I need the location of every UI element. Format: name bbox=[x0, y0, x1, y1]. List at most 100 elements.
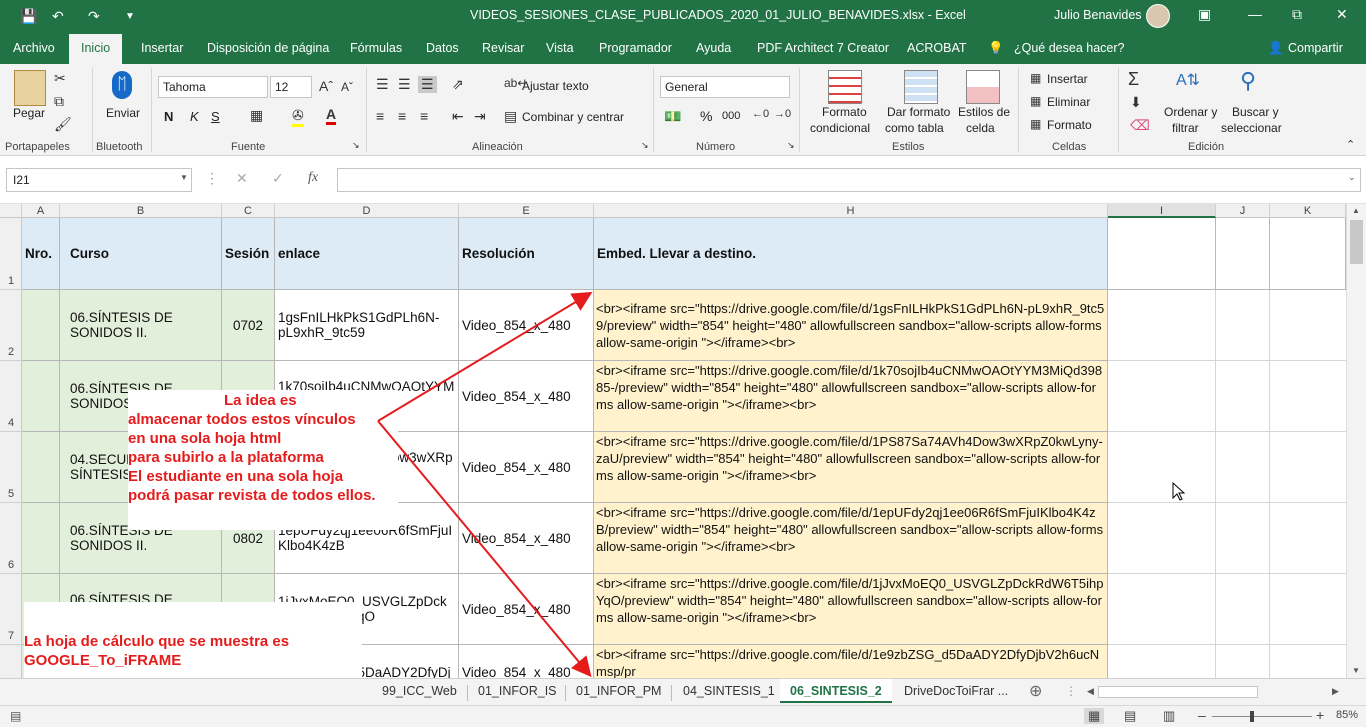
align-middle-icon[interactable]: ☰ bbox=[398, 76, 411, 93]
sheet-tab[interactable]: 01_INFOR_IS bbox=[478, 684, 557, 698]
enter-icon[interactable]: ✓ bbox=[272, 170, 284, 187]
tab-ayuda[interactable]: Ayuda bbox=[696, 41, 731, 55]
align-center-icon[interactable]: ≡ bbox=[398, 108, 406, 124]
tab-formulas[interactable]: Fórmulas bbox=[350, 41, 402, 55]
sheet-tab[interactable]: 01_INFOR_PM bbox=[576, 684, 661, 698]
sort-filter-label-2[interactable]: filtrar bbox=[1172, 121, 1199, 135]
format-cells-icon[interactable]: ▦ bbox=[1030, 117, 1041, 131]
delete-cells-icon[interactable]: ▦ bbox=[1030, 94, 1041, 108]
increase-indent-icon[interactable]: ⇥ bbox=[474, 108, 486, 125]
normal-view-icon[interactable]: ▦ bbox=[1084, 708, 1105, 724]
name-box-dropdown-icon[interactable]: ▼ bbox=[180, 173, 188, 182]
font-size-select[interactable]: 12 bbox=[270, 76, 312, 98]
align-bottom-icon[interactable]: ☰ bbox=[418, 76, 437, 93]
collapse-ribbon-icon[interactable]: ⌃ bbox=[1346, 138, 1355, 151]
dialog-launcher-icon[interactable]: ↘ bbox=[641, 140, 649, 151]
horizontal-scroll-thumb[interactable] bbox=[1098, 686, 1258, 698]
cut-icon[interactable]: ✂ bbox=[54, 70, 66, 87]
sheet-tab[interactable]: DriveDocToiFrar ... bbox=[904, 684, 1008, 698]
add-sheet-icon[interactable]: ⊕ bbox=[1029, 681, 1042, 701]
vertical-scrollbar[interactable]: ▲ ▼ bbox=[1346, 204, 1366, 678]
zoom-in-icon[interactable]: + bbox=[1316, 707, 1324, 723]
autosum-icon[interactable]: Σ bbox=[1128, 69, 1139, 90]
font-name-select[interactable]: Tahoma bbox=[158, 76, 268, 98]
undo-icon[interactable]: ↶ bbox=[52, 8, 64, 25]
tab-inicio[interactable]: Inicio bbox=[69, 34, 123, 64]
sheet-tab[interactable]: 04_SINTESIS_1 bbox=[683, 684, 775, 698]
user-name[interactable]: Julio Benavides bbox=[1054, 8, 1142, 22]
share-icon[interactable]: 👤 bbox=[1268, 41, 1284, 56]
restore-icon[interactable]: ⧉ bbox=[1292, 6, 1302, 23]
format-as-table-label-1[interactable]: Dar formato bbox=[887, 105, 950, 119]
worksheet-grid[interactable]: A B C D E H I J K 1 2 4 5 6 7 Nro. Curso… bbox=[0, 204, 1346, 678]
insert-function-button[interactable]: fx bbox=[308, 170, 318, 186]
tab-datos[interactable]: Datos bbox=[426, 41, 459, 55]
underline-button[interactable]: S bbox=[211, 109, 220, 124]
scroll-thumb[interactable] bbox=[1350, 220, 1363, 264]
zoom-out-icon[interactable]: – bbox=[1198, 707, 1206, 723]
zoom-slider-thumb[interactable] bbox=[1250, 711, 1254, 722]
merge-center-button[interactable]: Combinar y centrar bbox=[522, 110, 624, 124]
save-icon[interactable]: 💾 bbox=[20, 8, 37, 25]
delete-cells-button[interactable]: Eliminar bbox=[1047, 95, 1090, 109]
macro-record-icon[interactable]: ▤ bbox=[10, 709, 21, 723]
avatar[interactable] bbox=[1146, 4, 1170, 28]
fill-color-icon[interactable]: ✇ bbox=[292, 107, 304, 127]
align-right-icon[interactable]: ≡ bbox=[420, 108, 428, 124]
name-box[interactable]: I21 bbox=[6, 168, 192, 192]
conditional-formatting-label-2[interactable]: condicional bbox=[810, 121, 870, 135]
bold-button[interactable]: N bbox=[164, 109, 173, 124]
minimize-icon[interactable]: — bbox=[1248, 6, 1262, 22]
bluetooth-send-button[interactable]: Enviar bbox=[106, 106, 140, 120]
comma-style-button[interactable]: 000 bbox=[722, 110, 740, 122]
cell-styles-label-2[interactable]: celda bbox=[966, 121, 995, 135]
italic-button[interactable]: K bbox=[190, 109, 199, 124]
cancel-icon[interactable]: ✕ bbox=[236, 170, 248, 187]
format-as-table-icon[interactable] bbox=[904, 70, 938, 104]
format-cells-button[interactable]: Formato bbox=[1047, 118, 1092, 132]
scroll-right-icon[interactable]: ▶ bbox=[1332, 686, 1339, 697]
tab-programador[interactable]: Programador bbox=[599, 41, 672, 55]
merge-center-icon[interactable]: ▤ bbox=[504, 108, 517, 125]
sort-filter-label-1[interactable]: Ordenar y bbox=[1164, 105, 1217, 119]
font-color-icon[interactable]: A bbox=[326, 106, 337, 125]
sheet-tab[interactable]: 99_ICC_Web bbox=[382, 684, 457, 698]
zoom-slider[interactable] bbox=[1212, 716, 1312, 717]
tab-revisar[interactable]: Revisar bbox=[482, 41, 524, 55]
expand-formula-bar-icon[interactable]: ⌄ bbox=[1348, 172, 1356, 183]
wrap-text-button[interactable]: Ajustar texto bbox=[522, 79, 589, 93]
insert-cells-button[interactable]: Insertar bbox=[1047, 72, 1088, 86]
percent-style-button[interactable]: % bbox=[700, 108, 712, 124]
sort-filter-icon[interactable]: A⇅ bbox=[1176, 70, 1200, 90]
align-top-icon[interactable]: ☰ bbox=[376, 76, 389, 93]
share-button[interactable]: Compartir bbox=[1288, 41, 1343, 55]
ribbon-display-options-icon[interactable]: ▣ bbox=[1198, 6, 1211, 23]
fill-icon[interactable]: ⬇ bbox=[1130, 94, 1142, 111]
redo-icon[interactable]: ↷ bbox=[88, 8, 100, 25]
find-select-label-1[interactable]: Buscar y bbox=[1232, 105, 1279, 119]
find-select-icon[interactable]: ⚲ bbox=[1240, 68, 1256, 94]
find-select-label-2[interactable]: seleccionar bbox=[1221, 121, 1282, 135]
insert-cells-icon[interactable]: ▦ bbox=[1030, 71, 1041, 85]
formula-input[interactable] bbox=[337, 168, 1361, 192]
tab-disposicion[interactable]: Disposición de página bbox=[207, 41, 329, 55]
borders-icon[interactable]: ▦ bbox=[250, 107, 263, 124]
paste-icon[interactable] bbox=[14, 70, 46, 106]
shrink-font-icon[interactable]: Aˇ bbox=[341, 80, 353, 94]
scroll-down-icon[interactable]: ▼ bbox=[1352, 666, 1360, 675]
close-icon[interactable]: ✕ bbox=[1336, 6, 1348, 23]
decrease-indent-icon[interactable]: ⇤ bbox=[452, 108, 464, 125]
cell-styles-label-1[interactable]: Estilos de bbox=[958, 105, 1010, 119]
dialog-launcher-icon[interactable]: ↘ bbox=[352, 140, 360, 151]
clear-icon[interactable]: ⌫ bbox=[1130, 117, 1150, 134]
paste-button[interactable]: Pegar bbox=[13, 106, 45, 120]
decrease-decimal-icon[interactable]: →0 bbox=[774, 108, 791, 120]
scroll-left-icon[interactable]: ◀ bbox=[1087, 686, 1094, 697]
format-as-table-label-2[interactable]: como tabla bbox=[885, 121, 944, 135]
scroll-up-icon[interactable]: ▲ bbox=[1352, 206, 1360, 215]
grow-font-icon[interactable]: Aˆ bbox=[319, 78, 333, 94]
tab-insertar[interactable]: Insertar bbox=[141, 41, 183, 55]
copy-icon[interactable]: ⧉ bbox=[54, 93, 64, 110]
conditional-formatting-icon[interactable] bbox=[828, 70, 862, 104]
dialog-launcher-icon[interactable]: ↘ bbox=[787, 140, 795, 151]
